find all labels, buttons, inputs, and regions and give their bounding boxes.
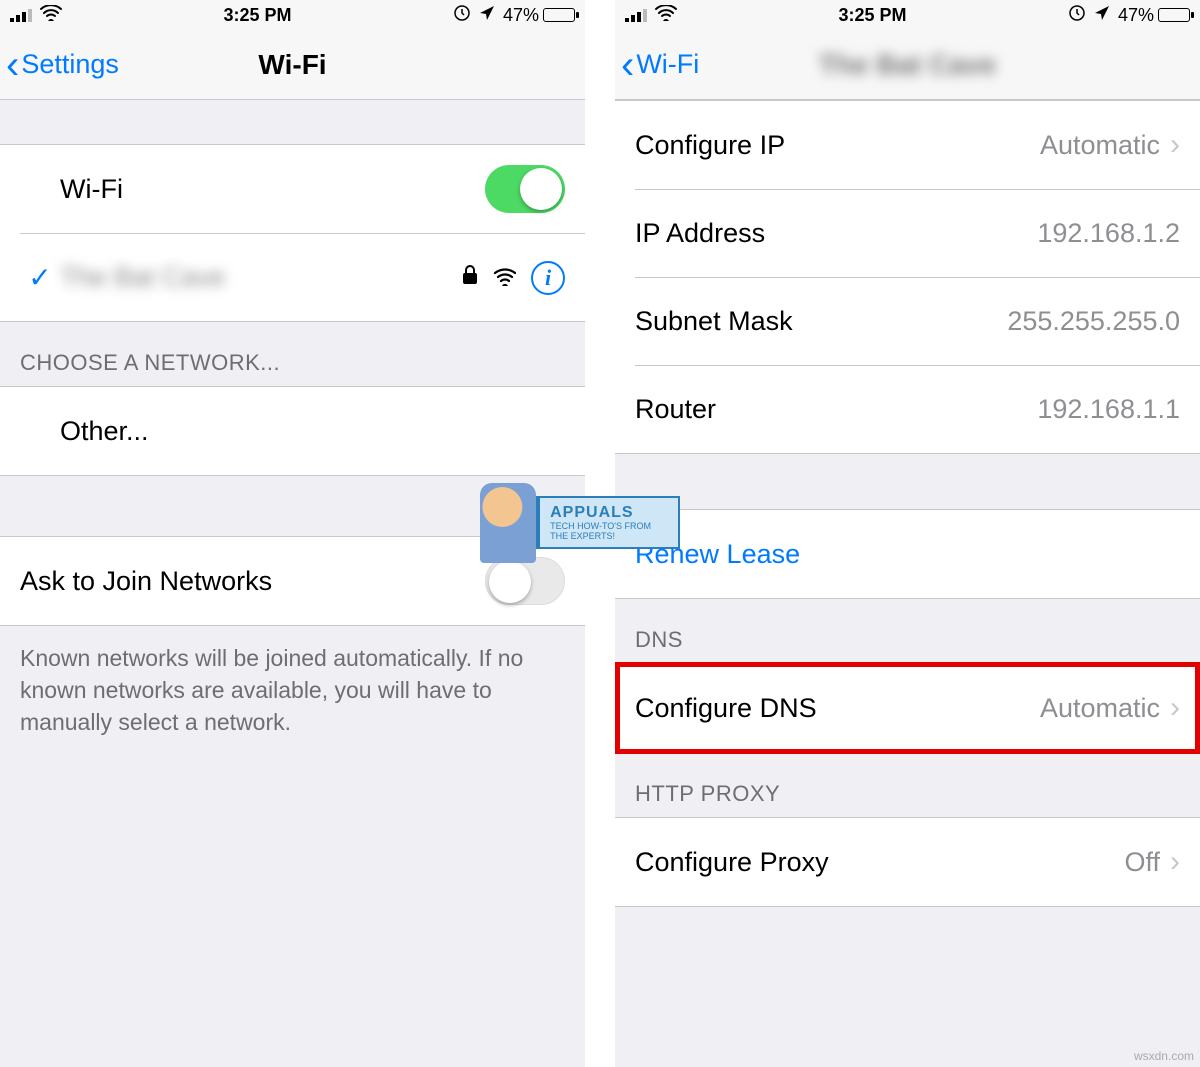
configure-proxy-value: Off <box>1124 847 1160 878</box>
http-proxy-header: HTTP PROXY <box>615 753 1200 817</box>
router-value: 192.168.1.1 <box>1037 394 1180 425</box>
chevron-left-icon: ‹ <box>6 45 19 85</box>
configure-dns-value: Automatic <box>1040 693 1160 724</box>
ip-address-label: IP Address <box>635 218 765 249</box>
battery-percent: 47% <box>503 5 539 26</box>
battery-icon <box>543 8 575 22</box>
location-arrow-icon <box>479 5 495 26</box>
ask-to-join-label: Ask to Join Networks <box>20 566 272 597</box>
wifi-strength-icon <box>493 262 517 293</box>
dns-header: DNS <box>615 599 1200 663</box>
choose-network-header: CHOOSE A NETWORK... <box>0 322 585 386</box>
configure-proxy-label: Configure Proxy <box>635 847 829 878</box>
nav-title: The Bat Cave <box>615 49 1200 81</box>
wifi-icon <box>40 5 62 26</box>
router-label: Router <box>635 394 716 425</box>
configure-dns-row[interactable]: Configure DNS Automatic › <box>615 664 1200 752</box>
chevron-right-icon: › <box>1170 691 1180 725</box>
checkmark-icon: ✓ <box>28 261 51 294</box>
rotation-lock-icon <box>1068 4 1086 27</box>
chevron-right-icon: › <box>1170 845 1180 879</box>
back-label: Settings <box>21 49 119 80</box>
configure-proxy-row[interactable]: Configure Proxy Off › <box>615 818 1200 906</box>
cellular-signal-icon <box>10 8 32 22</box>
connected-network-row[interactable]: ✓ The Bat Cave i <box>20 233 585 321</box>
subnet-mask-row: Subnet Mask 255.255.255.0 <box>635 277 1200 365</box>
wifi-label: Wi-Fi <box>60 174 123 205</box>
iphone-screen-network-detail: 3:25 PM 47% ‹ Wi-Fi The Bat Cave <box>615 0 1200 1067</box>
watermark-brand: APPUALS <box>550 504 668 522</box>
other-label: Other... <box>60 416 149 447</box>
status-time: 3:25 PM <box>223 5 291 26</box>
ask-to-join-footer: Known networks will be joined automatica… <box>0 626 585 755</box>
watermark-tagline: TECH HOW-TO'S FROM THE EXPERTS! <box>550 522 668 542</box>
battery-percent: 47% <box>1118 5 1154 26</box>
ip-address-row: IP Address 192.168.1.2 <box>635 189 1200 277</box>
configure-ip-value: Automatic <box>1040 130 1160 161</box>
cartoon-mascot-icon <box>480 483 536 563</box>
location-arrow-icon <box>1094 5 1110 26</box>
status-bar: 3:25 PM 47% <box>615 0 1200 30</box>
status-bar: 3:25 PM 47% <box>0 0 585 30</box>
configure-dns-label: Configure DNS <box>635 693 817 724</box>
configure-ip-label: Configure IP <box>635 130 785 161</box>
subnet-mask-value: 255.255.255.0 <box>1007 306 1180 337</box>
nav-bar: ‹ Wi-Fi The Bat Cave <box>615 30 1200 100</box>
chevron-left-icon: ‹ <box>621 45 634 85</box>
wifi-toggle[interactable] <box>485 165 565 213</box>
battery-icon <box>1158 8 1190 22</box>
attribution-text: wsxdn.com <box>1134 1049 1194 1063</box>
router-row: Router 192.168.1.1 <box>635 365 1200 453</box>
back-button[interactable]: ‹ Settings <box>0 45 119 85</box>
status-time: 3:25 PM <box>838 5 906 26</box>
configure-ip-row[interactable]: Configure IP Automatic › <box>615 101 1200 189</box>
wifi-toggle-row: Wi-Fi <box>0 145 585 233</box>
info-icon[interactable]: i <box>531 261 565 295</box>
renew-lease-button[interactable]: Renew Lease <box>615 510 1200 598</box>
lock-icon <box>461 262 479 293</box>
back-button[interactable]: ‹ Wi-Fi <box>615 45 699 85</box>
wifi-icon <box>655 5 677 26</box>
subnet-mask-label: Subnet Mask <box>635 306 793 337</box>
chevron-right-icon: › <box>1170 128 1180 162</box>
network-name: The Bat Cave <box>60 262 225 293</box>
appuals-watermark: APPUALS TECH HOW-TO'S FROM THE EXPERTS! <box>480 475 680 570</box>
cellular-signal-icon <box>625 8 647 22</box>
other-network-row[interactable]: Other... <box>0 387 585 475</box>
back-label: Wi-Fi <box>636 49 699 80</box>
nav-bar: ‹ Settings Wi-Fi <box>0 30 585 100</box>
ip-address-value: 192.168.1.2 <box>1037 218 1180 249</box>
rotation-lock-icon <box>453 4 471 27</box>
